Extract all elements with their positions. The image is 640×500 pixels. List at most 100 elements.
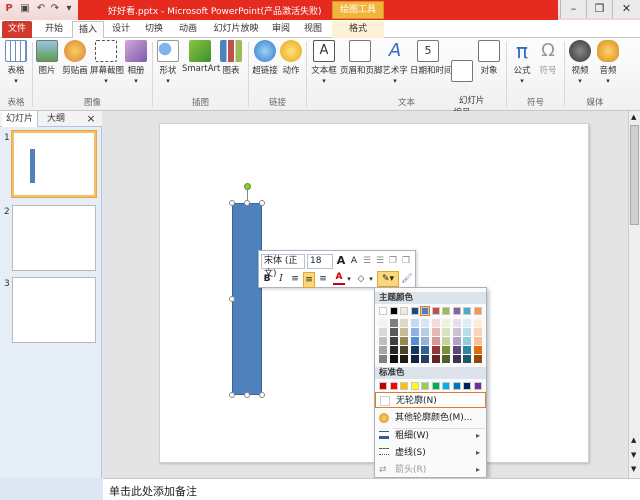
scroll-thumb[interactable] bbox=[630, 125, 639, 225]
decrease-indent-icon[interactable]: ☰ bbox=[361, 254, 373, 268]
color-swatch[interactable] bbox=[379, 355, 387, 363]
color-swatch[interactable] bbox=[431, 382, 440, 390]
color-swatch[interactable] bbox=[442, 337, 450, 345]
weight-item[interactable]: 粗细(W) ▸ bbox=[375, 428, 486, 444]
tab-slideshow[interactable]: 幻灯片放映 bbox=[208, 21, 264, 38]
color-swatch[interactable] bbox=[389, 346, 398, 354]
color-swatch[interactable] bbox=[442, 346, 450, 354]
tab-animations[interactable]: 动画 bbox=[172, 21, 204, 38]
shape-outline-button[interactable]: ✎▾ bbox=[377, 271, 399, 287]
align-center-icon[interactable]: ≡ bbox=[303, 272, 315, 288]
video-button[interactable]: 视频 ▾ bbox=[568, 40, 592, 86]
color-swatch[interactable] bbox=[379, 319, 387, 327]
slide-thumbnail-3[interactable] bbox=[12, 277, 96, 343]
color-swatch[interactable] bbox=[452, 319, 461, 327]
color-swatch[interactable] bbox=[431, 337, 440, 345]
font-size-combo[interactable]: 18 bbox=[307, 254, 333, 269]
color-swatch[interactable] bbox=[410, 355, 419, 363]
paste-format-icon[interactable]: ❐ bbox=[400, 254, 412, 268]
hyperlink-button[interactable]: 超链接 bbox=[252, 40, 278, 76]
color-swatch[interactable] bbox=[452, 346, 461, 354]
tab-review[interactable]: 审阅 bbox=[266, 21, 296, 38]
increase-indent-icon[interactable]: ☰ bbox=[374, 254, 386, 268]
slide-thumbnail-1[interactable] bbox=[12, 131, 96, 197]
color-swatch[interactable] bbox=[421, 319, 429, 327]
rectangle-shape[interactable] bbox=[232, 203, 262, 395]
color-swatch[interactable] bbox=[431, 319, 440, 327]
textbox-button[interactable]: A 文本框 ▾ bbox=[310, 40, 338, 86]
shapes-button[interactable]: 形状 ▾ bbox=[156, 40, 180, 86]
resize-handle[interactable] bbox=[244, 200, 250, 206]
datetime-button[interactable]: 5 日期和时间 bbox=[410, 40, 453, 76]
scroll-down-icon[interactable]: ▼ bbox=[631, 465, 636, 473]
color-swatch[interactable] bbox=[452, 337, 461, 345]
notes-pane[interactable]: 单击此处添加备注 bbox=[103, 478, 640, 500]
color-swatch[interactable] bbox=[463, 328, 471, 336]
color-swatch[interactable] bbox=[410, 328, 419, 336]
color-swatch[interactable] bbox=[389, 382, 398, 390]
italic-button[interactable]: I bbox=[275, 272, 287, 286]
action-button[interactable]: 动作 bbox=[280, 40, 302, 76]
color-swatch[interactable] bbox=[421, 328, 429, 336]
color-swatch[interactable] bbox=[452, 382, 461, 390]
color-swatch[interactable] bbox=[389, 355, 398, 363]
table-button[interactable]: 表格 ▾ bbox=[4, 40, 28, 86]
color-swatch[interactable] bbox=[442, 382, 450, 390]
color-swatch[interactable] bbox=[400, 382, 408, 390]
color-swatch[interactable] bbox=[431, 346, 440, 354]
smartart-button[interactable]: SmartArt bbox=[182, 40, 220, 74]
tab-design[interactable]: 设计 bbox=[106, 21, 136, 38]
tab-file[interactable]: 文件 bbox=[2, 21, 32, 38]
color-swatch[interactable] bbox=[463, 355, 471, 363]
color-swatch[interactable] bbox=[400, 337, 408, 345]
color-swatch[interactable] bbox=[463, 307, 471, 315]
equation-button[interactable]: π 公式 ▾ bbox=[510, 40, 534, 86]
customize-qat-icon[interactable]: ▾ bbox=[62, 2, 76, 16]
vertical-scrollbar[interactable]: ▲ ▲ ▼ ▼ bbox=[628, 111, 640, 478]
scroll-up-icon[interactable]: ▲ bbox=[631, 113, 636, 121]
color-swatch[interactable] bbox=[400, 307, 408, 315]
color-swatch[interactable] bbox=[379, 328, 387, 336]
color-swatch[interactable] bbox=[452, 328, 461, 336]
format-painter-icon[interactable]: 🖌 bbox=[401, 272, 413, 286]
close-pane-icon[interactable]: × bbox=[84, 111, 98, 127]
audio-button[interactable]: 音频 ▾ bbox=[596, 40, 620, 86]
album-button[interactable]: 相册 ▾ bbox=[124, 40, 148, 86]
color-swatch[interactable] bbox=[410, 319, 419, 327]
chart-button[interactable]: 图表 bbox=[220, 40, 242, 76]
resize-handle[interactable] bbox=[259, 392, 265, 398]
rotation-handle[interactable] bbox=[244, 183, 251, 190]
resize-handle[interactable] bbox=[229, 296, 235, 302]
color-swatch[interactable] bbox=[463, 346, 471, 354]
more-colors-item[interactable]: 其他轮廓颜色(M)... bbox=[375, 410, 486, 426]
resize-handle[interactable] bbox=[259, 200, 265, 206]
close-button[interactable]: ✕ bbox=[612, 0, 640, 18]
font-name-combo[interactable]: 宋体 (正文) bbox=[261, 254, 305, 279]
color-swatch[interactable] bbox=[473, 328, 482, 336]
align-left-icon[interactable]: ≡ bbox=[289, 272, 301, 286]
color-swatch[interactable] bbox=[379, 346, 387, 354]
dropdown-arrow-icon[interactable]: ▾ bbox=[345, 272, 353, 286]
color-swatch[interactable] bbox=[442, 328, 450, 336]
screenshot-button[interactable]: 屏幕截图 ▾ bbox=[90, 40, 124, 86]
color-swatch[interactable] bbox=[379, 382, 387, 390]
no-outline-item[interactable]: 无轮廓(N) bbox=[375, 392, 486, 408]
color-swatch[interactable] bbox=[400, 319, 408, 327]
color-swatch[interactable] bbox=[421, 355, 429, 363]
tab-insert[interactable]: 插入 bbox=[72, 21, 104, 38]
color-swatch[interactable] bbox=[473, 337, 482, 345]
dropdown-arrow-icon[interactable]: ▾ bbox=[367, 272, 375, 286]
resize-handle[interactable] bbox=[229, 200, 235, 206]
undo-icon[interactable]: ↶ bbox=[34, 2, 48, 16]
redo-icon[interactable]: ↷ bbox=[48, 2, 62, 16]
header-footer-button[interactable]: 页眉和页脚 bbox=[340, 40, 383, 76]
tab-format[interactable]: 格式 bbox=[332, 21, 384, 38]
color-swatch[interactable] bbox=[431, 328, 440, 336]
color-swatch[interactable] bbox=[389, 319, 398, 327]
color-swatch[interactable] bbox=[431, 307, 440, 315]
clipart-button[interactable]: 剪贴画 bbox=[62, 40, 88, 76]
save-icon[interactable]: ▣ bbox=[18, 2, 32, 16]
color-swatch[interactable] bbox=[389, 328, 398, 336]
copy-format-icon[interactable]: ❐ bbox=[387, 254, 399, 268]
fill-color-icon[interactable]: ◇ bbox=[355, 272, 367, 286]
